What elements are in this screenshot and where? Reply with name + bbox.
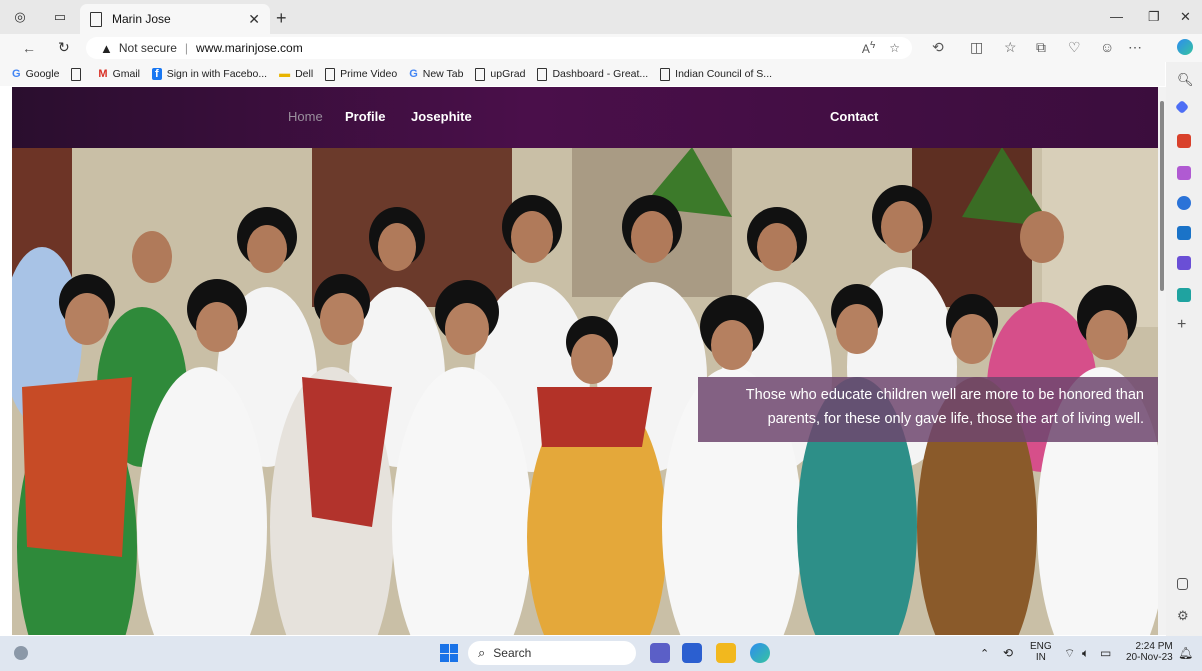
back-icon[interactable]: ←: [22, 40, 36, 56]
tab-title: Marin Jose: [112, 12, 171, 26]
search-placeholder: Search: [493, 646, 532, 660]
workspaces-icon[interactable]: ◎: [12, 9, 28, 25]
bookmark-gmail[interactable]: M Gmail: [98, 68, 140, 80]
bookmark-dashboard[interactable]: Dashboard - Great...: [537, 67, 648, 81]
security-label[interactable]: Not secure: [119, 41, 177, 55]
tab-actions-icon[interactable]: ▭: [52, 9, 68, 25]
settings-gear-icon[interactable]: ⚙: [1177, 608, 1191, 623]
taskbar-search[interactable]: ⌕ Search: [468, 641, 636, 665]
google-icon: G: [409, 68, 418, 80]
quote-banner: Those who educate children well are more…: [698, 377, 1158, 442]
bookmark-dell[interactable]: ▬ Dell: [279, 68, 313, 80]
read-aloud-icon[interactable]: Aϟ: [862, 40, 875, 56]
nav-home[interactable]: Home: [288, 109, 323, 124]
search-icon: ⌕: [478, 645, 486, 660]
battery-icon[interactable]: ▭: [1100, 646, 1111, 660]
page-icon: [475, 67, 486, 81]
site-navbar: Home Profile Josephite Contact: [12, 87, 1158, 148]
nav-contact[interactable]: Contact: [830, 109, 878, 124]
quote-line-1: Those who educate children well are more…: [745, 387, 1144, 403]
file-explorer-icon[interactable]: [716, 643, 736, 663]
separator: |: [184, 41, 189, 55]
start-windows-icon[interactable]: [440, 644, 458, 662]
restore-icon[interactable]: ❐: [1148, 9, 1160, 25]
bookmark-new-tab[interactable]: G New Tab: [409, 68, 463, 80]
minimize-icon[interactable]: —: [1110, 9, 1123, 24]
outlook-icon[interactable]: [1177, 226, 1191, 240]
edge-sidebar: 🔍︎ + ⚙: [1166, 62, 1202, 636]
more-menu-icon[interactable]: ⋯: [1128, 39, 1142, 56]
profile-icon[interactable]: ☺: [1100, 39, 1114, 55]
clock[interactable]: 2:24 PM 20-Nov-23: [1126, 641, 1173, 663]
bookmarks-bar: G Google M Gmail f Sign in with Facebo... ▬…: [0, 62, 1165, 86]
word-icon[interactable]: [682, 643, 702, 663]
add-app-icon[interactable]: +: [1177, 316, 1191, 333]
bookmark-facebook[interactable]: f Sign in with Facebo...: [152, 68, 267, 80]
scrollbar-thumb[interactable]: [1160, 101, 1164, 291]
office-icon[interactable]: [1177, 196, 1191, 210]
sync-icon[interactable]: ⟲: [1003, 646, 1013, 660]
group-photo-image: [12, 87, 1158, 635]
teams-icon[interactable]: [650, 643, 670, 663]
url-text[interactable]: www.marinjose.com: [196, 41, 303, 55]
performance-icon[interactable]: ♡: [1068, 39, 1081, 56]
page-icon: [325, 67, 336, 81]
web-page: Home Profile Josephite Contact Those who…: [12, 87, 1158, 635]
close-tab-icon[interactable]: ✕: [248, 11, 260, 28]
bookmark-icssr[interactable]: Indian Council of S...: [660, 67, 772, 81]
warning-icon[interactable]: ▲: [100, 41, 113, 56]
bookmark-prime-video[interactable]: Prime Video: [325, 67, 397, 81]
collections-icon[interactable]: ⧉: [1036, 39, 1046, 56]
windows-taskbar: ⌕ Search ⌃ ⟲ ENG IN ⌔ 🔈︎ ▭ 2:24 PM 20-No…: [0, 636, 1202, 671]
wifi-icon[interactable]: ⌔: [1064, 646, 1075, 661]
notification-bell-icon[interactable]: 🔔︎: [1178, 646, 1193, 660]
close-window-icon[interactable]: ✕: [1180, 9, 1191, 25]
sidebar-toggle-icon[interactable]: [1177, 578, 1188, 590]
page-scrollbar[interactable]: [1158, 87, 1166, 635]
page-icon: [660, 67, 671, 81]
google-icon: G: [12, 68, 21, 80]
extensions-icon[interactable]: ⟲: [932, 39, 944, 56]
search-icon[interactable]: 🔍︎: [1177, 72, 1194, 87]
copilot-icon[interactable]: [1177, 39, 1193, 55]
designer-icon[interactable]: [1177, 256, 1191, 270]
address-row: ← ↻ ▲ Not secure | www.marinjose.com Aϟ …: [0, 34, 1202, 62]
page-icon: [71, 67, 82, 81]
discover-icon[interactable]: [1174, 99, 1190, 115]
split-screen-icon[interactable]: ◫: [970, 39, 983, 56]
folder-icon: ▬: [279, 68, 291, 80]
language-indicator[interactable]: ENG IN: [1030, 641, 1052, 663]
address-bar[interactable]: ▲ Not secure | www.marinjose.com Aϟ ☆: [86, 37, 912, 59]
page-icon: [90, 11, 102, 27]
nav-profile[interactable]: Profile: [345, 109, 385, 124]
bookmark-upgrad[interactable]: upGrad: [475, 67, 525, 81]
games-icon[interactable]: [1177, 166, 1191, 180]
drop-icon[interactable]: [1177, 288, 1191, 302]
bookmark-blank[interactable]: [71, 67, 86, 81]
new-tab-icon[interactable]: +: [276, 8, 287, 29]
gmail-icon: M: [98, 68, 108, 80]
favorite-star-icon[interactable]: ☆: [889, 41, 900, 55]
widgets-icon[interactable]: [14, 646, 28, 660]
edge-icon[interactable]: [750, 643, 770, 663]
quote-line-2: parents, for these only gave life, those…: [767, 411, 1144, 427]
chevron-up-icon[interactable]: ⌃: [980, 647, 989, 660]
refresh-icon[interactable]: ↻: [58, 39, 70, 56]
volume-icon[interactable]: 🔈︎: [1082, 646, 1089, 661]
favorites-icon[interactable]: ☆: [1004, 39, 1017, 56]
shopping-icon[interactable]: [1177, 134, 1191, 148]
bookmark-google[interactable]: G Google: [12, 68, 59, 80]
page-icon: [537, 67, 548, 81]
browser-tab[interactable]: Marin Jose ✕: [80, 4, 270, 34]
nav-josephite[interactable]: Josephite: [411, 109, 472, 124]
browser-title-bar: ◎ ▭ Marin Jose ✕ + — ❐ ✕: [0, 0, 1202, 34]
facebook-icon: f: [152, 68, 162, 80]
